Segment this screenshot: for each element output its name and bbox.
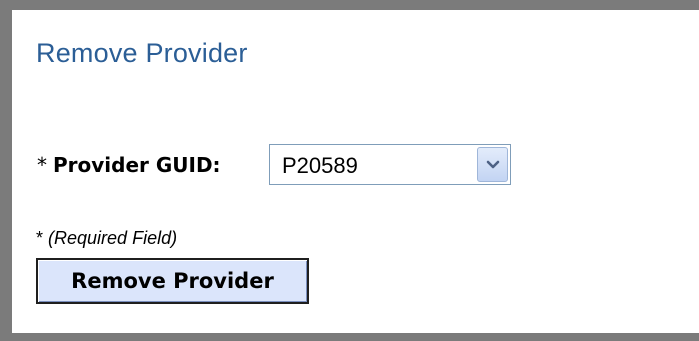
chevron-down-icon bbox=[486, 160, 499, 168]
required-field-note: * (Required Field) bbox=[36, 228, 177, 249]
required-marker: * bbox=[37, 153, 47, 177]
required-note-text: (Required Field) bbox=[48, 228, 178, 248]
required-note-marker: * bbox=[36, 228, 44, 248]
provider-guid-row: * Provider GUID: bbox=[37, 143, 221, 187]
remove-provider-button[interactable]: Remove Provider bbox=[36, 258, 309, 304]
provider-guid-select[interactable]: P20589 bbox=[269, 144, 511, 185]
provider-guid-selected-value: P20589 bbox=[282, 153, 358, 178]
page-title: Remove Provider bbox=[36, 38, 248, 68]
dropdown-button[interactable] bbox=[477, 147, 508, 182]
provider-guid-label: * Provider GUID: bbox=[37, 153, 221, 177]
provider-guid-label-text: Provider GUID: bbox=[53, 153, 221, 177]
